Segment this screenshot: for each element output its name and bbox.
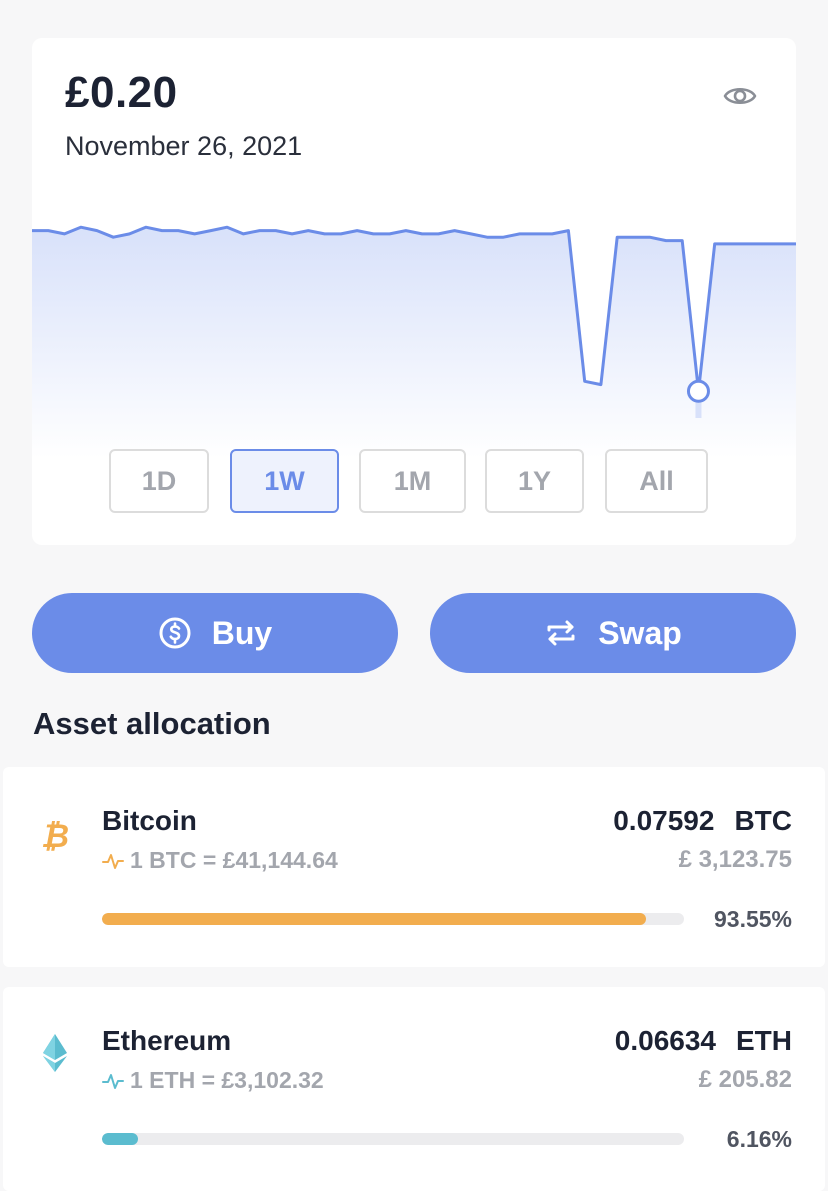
allocation-bar — [102, 913, 684, 925]
chart-selected-point[interactable] — [686, 379, 710, 403]
swap-label: Swap — [598, 614, 682, 651]
bitcoin-icon: ₿ — [37, 815, 73, 855]
swap-arrows-icon — [544, 616, 578, 650]
chart-area-fill — [32, 227, 796, 458]
time-range-selector: 1D 1W 1M 1Y All — [32, 449, 796, 513]
balance-date: November 26, 2021 — [65, 131, 303, 161]
allocation-bar-fill — [102, 1133, 138, 1145]
dollar-circle-icon — [158, 616, 192, 650]
eye-icon[interactable] — [722, 78, 758, 114]
range-1w-button[interactable]: 1W — [230, 449, 339, 513]
asset-amount: 0.07592 BTC — [613, 805, 792, 837]
asset-name: Bitcoin — [102, 805, 197, 836]
asset-symbol: BTC — [734, 805, 792, 836]
range-all-button[interactable]: All — [605, 449, 708, 513]
allocation-percent: 6.16% — [726, 1126, 792, 1152]
asset-rate: 1 BTC = £41,144.64 — [102, 847, 338, 874]
asset-fiat-value: £ 3,123.75 — [678, 846, 792, 873]
portfolio-card: £0.20 November 26, 2021 1D 1W 1M 1Y All — [32, 38, 796, 545]
ethereum-icon — [37, 1033, 73, 1073]
asset-allocation-title: Asset allocation — [33, 706, 271, 741]
asset-name: Ethereum — [102, 1025, 232, 1056]
allocation-bar — [102, 1133, 684, 1145]
buy-button[interactable]: Buy — [32, 593, 398, 673]
asset-amount: 0.06634 ETH — [615, 1025, 792, 1057]
range-1y-button[interactable]: 1Y — [485, 449, 584, 513]
asset-row-ethereum[interactable]: Ethereum 1 ETH = £3,102.32 0.06634 ETH £ … — [3, 987, 825, 1191]
asset-rate-text: 1 ETH = £3,102.32 — [130, 1067, 324, 1093]
asset-amount-value: 0.07592 — [613, 805, 715, 836]
asset-rate-text: 1 BTC = £41,144.64 — [130, 847, 338, 873]
range-1m-button[interactable]: 1M — [359, 449, 466, 513]
asset-amount-value: 0.06634 — [614, 1025, 716, 1056]
allocation-percent: 93.55% — [713, 906, 792, 932]
buy-label: Buy — [211, 614, 273, 651]
asset-fiat-value: £ 205.82 — [698, 1066, 792, 1093]
swap-button[interactable]: Swap — [430, 593, 796, 673]
svg-text:₿: ₿ — [41, 817, 69, 855]
asset-row-bitcoin[interactable]: ₿ Bitcoin 1 BTC = £41,144.64 0.07592 BTC … — [3, 767, 825, 967]
portfolio-chart[interactable] — [32, 198, 796, 458]
pulse-icon — [102, 853, 124, 869]
portfolio-balance: £0.20 — [65, 68, 178, 117]
allocation-bar-fill — [102, 913, 647, 925]
asset-rate: 1 ETH = £3,102.32 — [102, 1067, 324, 1094]
range-1d-button[interactable]: 1D — [109, 449, 209, 513]
asset-symbol: ETH — [736, 1025, 792, 1056]
pulse-icon — [102, 1073, 124, 1089]
